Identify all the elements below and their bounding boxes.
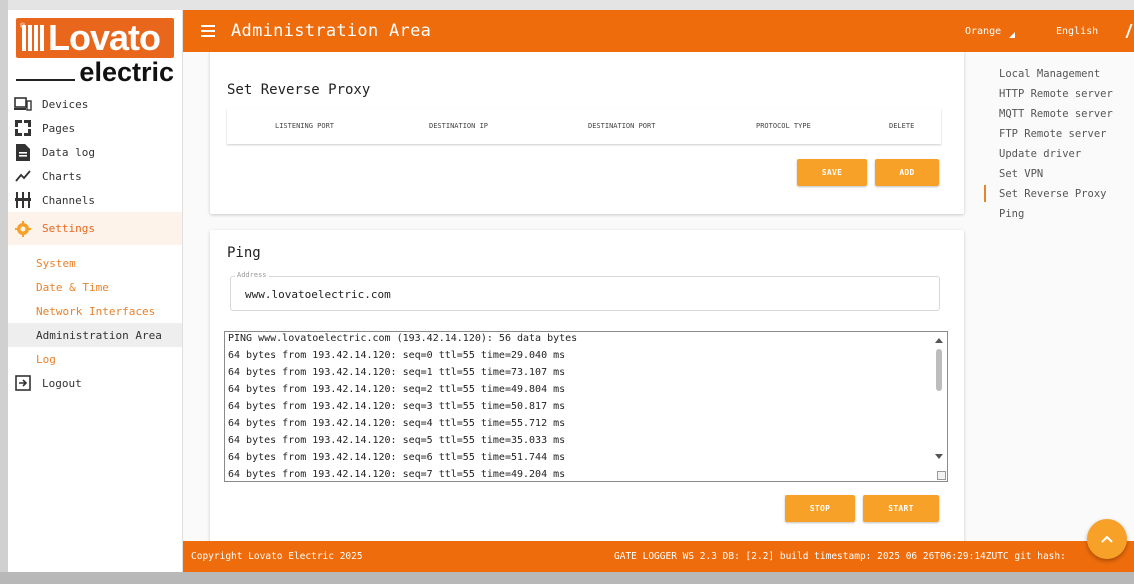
settings-sub-log[interactable]: Log xyxy=(8,347,182,371)
channels-icon xyxy=(14,191,32,209)
section-nav: Local Management HTTP Remote server MQTT… xyxy=(984,64,1134,224)
section-link-mqtt-remote-server[interactable]: MQTT Remote server xyxy=(999,104,1134,124)
main-content: Set Reverse Proxy LISTENING PORT DESTINA… xyxy=(183,52,1134,541)
output-scrollbar[interactable] xyxy=(931,332,947,481)
theme-label: Orange xyxy=(965,25,1002,37)
column-header: DESTINATION IP xyxy=(429,122,489,130)
footer-copyright: Copyright Lovato Electric 2025 xyxy=(191,551,363,562)
sidebar-nav: Devices Pages Data log Charts Channels S… xyxy=(8,92,182,395)
sidebar-item-devices[interactable]: Devices xyxy=(8,92,182,116)
app-header: Administration Area Orange English xyxy=(183,10,1134,52)
header-edge-mark xyxy=(1125,24,1134,38)
ping-output-line: PING www.lovatoelectric.com (193.42.14.1… xyxy=(228,333,578,344)
ping-output-line: 64 bytes from 193.42.14.120: seq=0 ttl=5… xyxy=(228,350,566,361)
ping-output-line: 64 bytes from 193.42.14.120: seq=5 ttl=5… xyxy=(228,435,566,446)
sidebar-item-settings[interactable]: Settings xyxy=(8,212,182,245)
lovato-logo: Lovato ® electric xyxy=(8,10,182,90)
address-field[interactable]: Address www.lovatoelectric.com xyxy=(230,271,940,311)
settings-sub-network-interfaces[interactable]: Network Interfaces xyxy=(8,299,182,323)
document-icon xyxy=(14,143,32,161)
pages-icon xyxy=(14,119,32,137)
add-button[interactable]: ADD xyxy=(875,159,939,186)
dropdown-corner-icon xyxy=(1009,32,1016,38)
language-selector[interactable]: English xyxy=(1056,26,1098,37)
ping-title: Ping xyxy=(227,245,261,261)
stop-button[interactable]: STOP xyxy=(785,495,855,522)
section-link-update-driver[interactable]: Update driver xyxy=(999,144,1134,164)
section-link-local-management[interactable]: Local Management xyxy=(999,64,1134,84)
window-left-edge xyxy=(0,0,8,572)
scroll-thumb[interactable] xyxy=(936,349,942,391)
chart-line-icon xyxy=(14,167,32,185)
ping-card: Ping Address www.lovatoelectric.com PING… xyxy=(210,230,964,541)
sidebar-item-charts[interactable]: Charts xyxy=(8,164,182,188)
window-bottom-edge xyxy=(0,572,1134,584)
app-footer: Copyright Lovato Electric 2025 GATE LOGG… xyxy=(183,541,1134,572)
reverse-proxy-table: LISTENING PORT DESTINATION IP DESTINATIO… xyxy=(227,108,941,144)
menu-icon[interactable] xyxy=(201,25,215,37)
sidebar-item-label: Pages xyxy=(42,121,76,135)
ping-output-line: 64 bytes from 193.42.14.120: seq=7 ttl=5… xyxy=(228,469,566,480)
column-header: DESTINATION PORT xyxy=(588,122,656,130)
reverse-proxy-card: Set Reverse Proxy LISTENING PORT DESTINA… xyxy=(210,52,964,214)
column-header: LISTENING PORT xyxy=(275,122,335,130)
devices-icon xyxy=(14,95,32,113)
start-button[interactable]: START xyxy=(863,495,939,522)
reverse-proxy-title: Set Reverse Proxy xyxy=(227,82,371,98)
ping-output[interactable]: PING www.lovatoelectric.com (193.42.14.1… xyxy=(224,331,948,482)
section-link-http-remote-server[interactable]: HTTP Remote server xyxy=(999,84,1134,104)
chevron-up-icon xyxy=(1101,535,1113,543)
section-link-set-reverse-proxy[interactable]: Set Reverse Proxy xyxy=(984,184,1134,204)
sidebar-item-label: Data log xyxy=(42,145,95,159)
address-value: www.lovatoelectric.com xyxy=(245,288,391,301)
section-link-set-vpn[interactable]: Set VPN xyxy=(999,164,1134,184)
logo-subtext: electric xyxy=(79,57,174,87)
column-header: PROTOCOL TYPE xyxy=(756,122,811,130)
sidebar-item-channels[interactable]: Channels xyxy=(8,188,182,212)
sidebar-item-label: Devices xyxy=(42,97,89,111)
settings-sub-system[interactable]: System xyxy=(8,251,182,275)
gear-icon xyxy=(14,220,32,238)
sidebar-item-label: Charts xyxy=(42,169,82,183)
scroll-to-top-button[interactable] xyxy=(1087,519,1127,559)
ping-output-line: 64 bytes from 193.42.14.120: seq=4 ttl=5… xyxy=(228,418,566,429)
section-link-ping[interactable]: Ping xyxy=(999,204,1134,224)
sidebar-item-label: Settings xyxy=(42,222,95,235)
sidebar-item-label: Channels xyxy=(42,193,95,207)
settings-sub-administration-area[interactable]: Administration Area xyxy=(8,323,182,347)
theme-selector[interactable]: Orange xyxy=(965,24,1016,38)
ping-output-line: 64 bytes from 193.42.14.120: seq=2 ttl=5… xyxy=(228,384,566,395)
footer-build-info: GATE LOGGER WS 2.3 DB: [2.2] build times… xyxy=(614,551,1066,562)
sidebar: Lovato ® electric Devices Pages Data log xyxy=(8,10,183,572)
settings-sub-date-time[interactable]: Date & Time xyxy=(8,275,182,299)
sidebar-item-label: Logout xyxy=(42,376,82,390)
scroll-up-icon[interactable] xyxy=(935,338,943,343)
logout-icon xyxy=(14,374,32,392)
save-button[interactable]: SAVE xyxy=(797,159,867,186)
window-top-edge xyxy=(0,0,1134,10)
address-label: Address xyxy=(235,271,269,279)
ping-output-line: 64 bytes from 193.42.14.120: seq=1 ttl=5… xyxy=(228,367,566,378)
logo-text: Lovato xyxy=(48,17,161,58)
sidebar-item-logout[interactable]: Logout xyxy=(8,371,182,395)
ping-output-line: 64 bytes from 193.42.14.120: seq=3 ttl=5… xyxy=(228,401,566,412)
page-title: Administration Area xyxy=(231,21,432,41)
scroll-down-icon[interactable] xyxy=(935,454,943,459)
column-header: DELETE xyxy=(889,122,915,130)
ping-output-line: 64 bytes from 193.42.14.120: seq=6 ttl=5… xyxy=(228,452,566,463)
sidebar-item-pages[interactable]: Pages xyxy=(8,116,182,140)
section-link-ftp-remote-server[interactable]: FTP Remote server xyxy=(999,124,1134,144)
resize-handle-icon[interactable] xyxy=(937,471,946,480)
sidebar-item-data-log[interactable]: Data log xyxy=(8,140,182,164)
